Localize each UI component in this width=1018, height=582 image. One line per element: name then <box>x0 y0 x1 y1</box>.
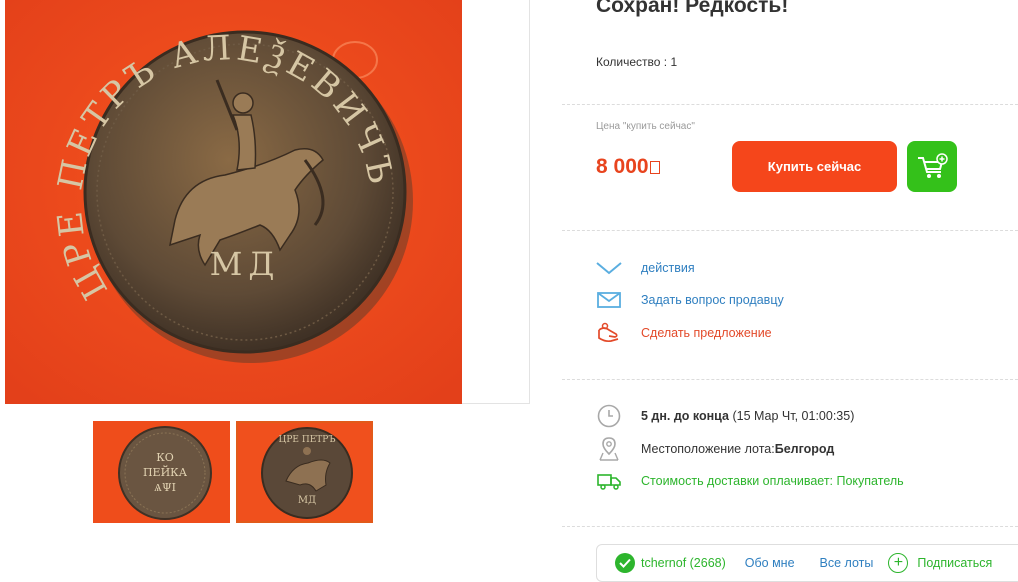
plus-circle-icon[interactable]: + <box>888 553 909 573</box>
shipping-info[interactable]: Стоимость доставки оплачивает: Покупател… <box>641 474 904 488</box>
divider <box>562 230 1018 231</box>
main-coin-photo[interactable]: ЦРЕ ПЕТРЪ АЛЕѮЕВИЧЪ МД <box>5 0 462 404</box>
clock-icon <box>596 403 622 429</box>
map-pin-icon <box>596 436 622 462</box>
divider <box>562 379 1018 380</box>
time-left: 5 дн. до конца <box>641 409 729 423</box>
price-value: 8 000 <box>596 155 660 179</box>
shipping-row: Стоимость доставки оплачивает: Покупател… <box>596 468 904 494</box>
check-circle-icon <box>615 553 635 573</box>
ask-seller-row[interactable]: Задать вопрос продавцу <box>596 289 784 311</box>
hand-offer-icon <box>596 322 622 344</box>
price-amount: 8 000 <box>596 155 649 178</box>
coin-mint-mark: МД <box>210 245 281 283</box>
coin-reverse-photo: КО ПЕЙКА ѦΨΙ <box>93 421 230 523</box>
buy-now-button[interactable]: Купить сейчас <box>732 141 897 192</box>
thumb-line-1: КО <box>156 451 174 464</box>
actions-link[interactable]: действия <box>641 261 695 275</box>
currency-symbol <box>649 161 660 174</box>
chevron-down-icon <box>596 257 622 279</box>
thumbnail-obverse-selected[interactable]: ЦРЕ ПЕТРЪ МД <box>236 421 373 523</box>
location-value: Белгород <box>774 442 835 456</box>
actions-menu[interactable]: действия <box>596 257 695 279</box>
seller-about-link[interactable]: Обо мне <box>745 556 795 570</box>
make-offer-row[interactable]: Сделать предложение <box>596 322 772 344</box>
lot-quantity: Количество : 1 <box>596 55 678 69</box>
end-date: (15 Мар Чт, 01:00:35) <box>732 409 855 423</box>
ask-seller-link[interactable]: Задать вопрос продавцу <box>641 293 784 307</box>
subscribe-link[interactable]: Подписаться <box>917 556 992 570</box>
thumbnail-reverse[interactable]: КО ПЕЙКА ѦΨΙ <box>93 421 230 523</box>
seller-all-lots-link[interactable]: Все лоты <box>820 556 874 570</box>
add-to-cart-button[interactable] <box>907 141 957 192</box>
time-left-row: 5 дн. до конца (15 Мар Чт, 01:00:35) <box>596 403 854 429</box>
lot-title: Сохран! Редкость! <box>596 0 789 17</box>
thumb-mint: МД <box>298 495 316 506</box>
thumb-line-2: ПЕЙКА <box>143 465 188 479</box>
seller-bar: tchernof (2668) Обо мне Все лоты + Подпи… <box>596 544 1018 582</box>
delivery-truck-icon <box>596 468 622 494</box>
location-label: Местоположение лота: <box>641 442 775 456</box>
main-photo-frame[interactable]: ЦРЕ ПЕТРЪ АЛЕѮЕВИЧЪ МД <box>5 0 530 404</box>
thumb-legend: ЦРЕ ПЕТРЪ <box>279 435 336 445</box>
seller-nick-link[interactable]: tchernof (2668) <box>641 556 726 570</box>
envelope-icon <box>596 289 622 311</box>
divider <box>562 526 1018 527</box>
location-row: Местоположение лота: Белгород <box>596 436 834 462</box>
price-label: Цена "купить сейчас" <box>596 121 695 132</box>
thumb-line-3: ѦΨΙ <box>154 481 176 494</box>
make-offer-link[interactable]: Сделать предложение <box>641 326 772 340</box>
coin-obverse-photo: ЦРЕ ПЕТРЪ МД <box>238 423 371 521</box>
cart-add-icon <box>918 152 948 178</box>
divider <box>562 104 1018 105</box>
